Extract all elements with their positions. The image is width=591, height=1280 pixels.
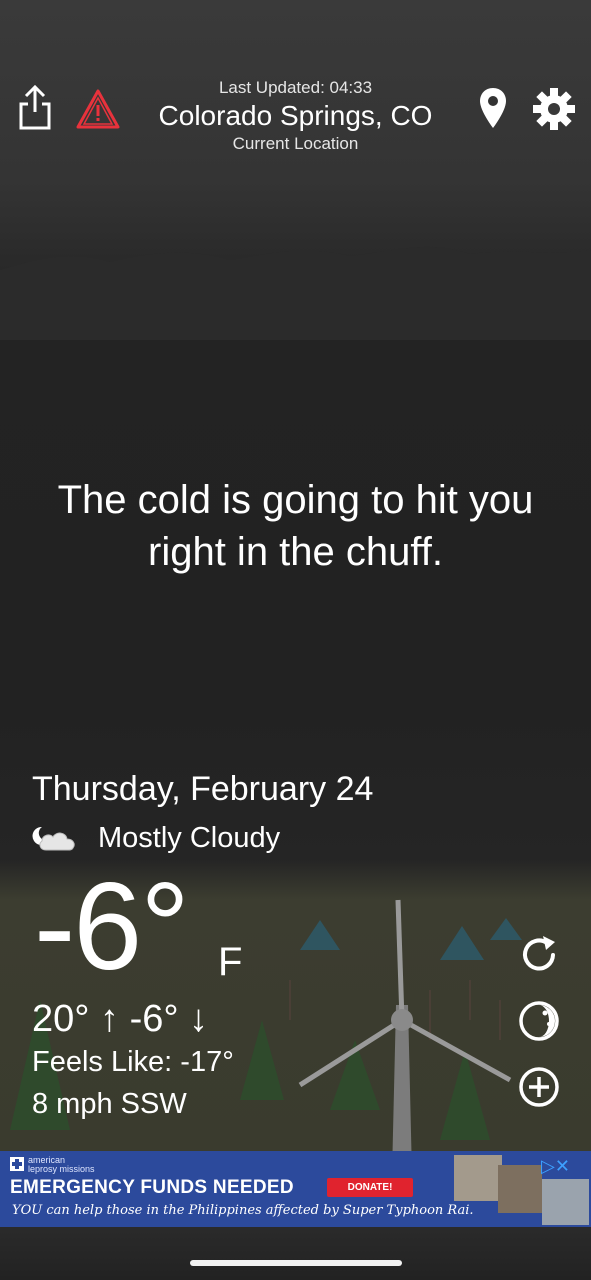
condition-text: Mostly Cloudy	[98, 821, 281, 854]
refresh-icon	[523, 936, 555, 971]
org-logo-icon	[10, 1157, 24, 1171]
mountain-ridge-background	[0, 246, 591, 340]
high-low-temperature: 20° ↑ -6° ↓	[32, 998, 209, 1040]
weather-message: The cold is going to hit you right in th…	[20, 474, 571, 578]
location-pin-icon	[480, 88, 506, 128]
ad-title: EMERGENCY FUNDS NEEDED	[10, 1177, 294, 1198]
temperature-unit[interactable]: F	[218, 940, 242, 985]
refresh-button[interactable]	[516, 932, 562, 983]
current-temperature: -6°	[34, 858, 190, 996]
wind-speed: 8 mph SSW	[32, 1088, 187, 1120]
ad-subtitle: YOU can help those in the Philippines af…	[12, 1203, 474, 1218]
settings-button[interactable]	[532, 87, 576, 131]
donate-button[interactable]: DONATE!	[327, 1178, 413, 1197]
forecast-date: Thursday, February 24	[32, 770, 374, 808]
ad-org-name: american leprosy missions	[28, 1156, 95, 1174]
home-indicator[interactable]	[190, 1260, 402, 1266]
ad-choices-close[interactable]: ▷✕	[541, 1156, 570, 1177]
ad-banner[interactable]: american leprosy missions EMERGENCY FUND…	[0, 1151, 591, 1227]
feels-like: Feels Like: -17°	[32, 1046, 234, 1078]
ad-org-line2: leprosy missions	[28, 1164, 95, 1174]
add-icon	[519, 1067, 559, 1107]
moon-phase-icon	[519, 1001, 559, 1041]
weather-message-line2: right in the chuff.	[148, 530, 443, 574]
ad-photo-2	[498, 1165, 542, 1213]
location-button[interactable]	[478, 86, 508, 130]
mostly-cloudy-night-icon	[32, 826, 75, 851]
ad-photo-1	[454, 1155, 502, 1201]
weather-message-line1: The cold is going to hit you	[57, 478, 534, 522]
condition-row: Mostly Cloudy	[32, 820, 280, 856]
ad-photo-3	[542, 1179, 589, 1225]
add-button[interactable]	[516, 1064, 562, 1115]
current-location-label: Current Location	[232, 134, 359, 153]
gear-icon	[533, 88, 575, 130]
moon-phase-button[interactable]	[516, 998, 562, 1049]
